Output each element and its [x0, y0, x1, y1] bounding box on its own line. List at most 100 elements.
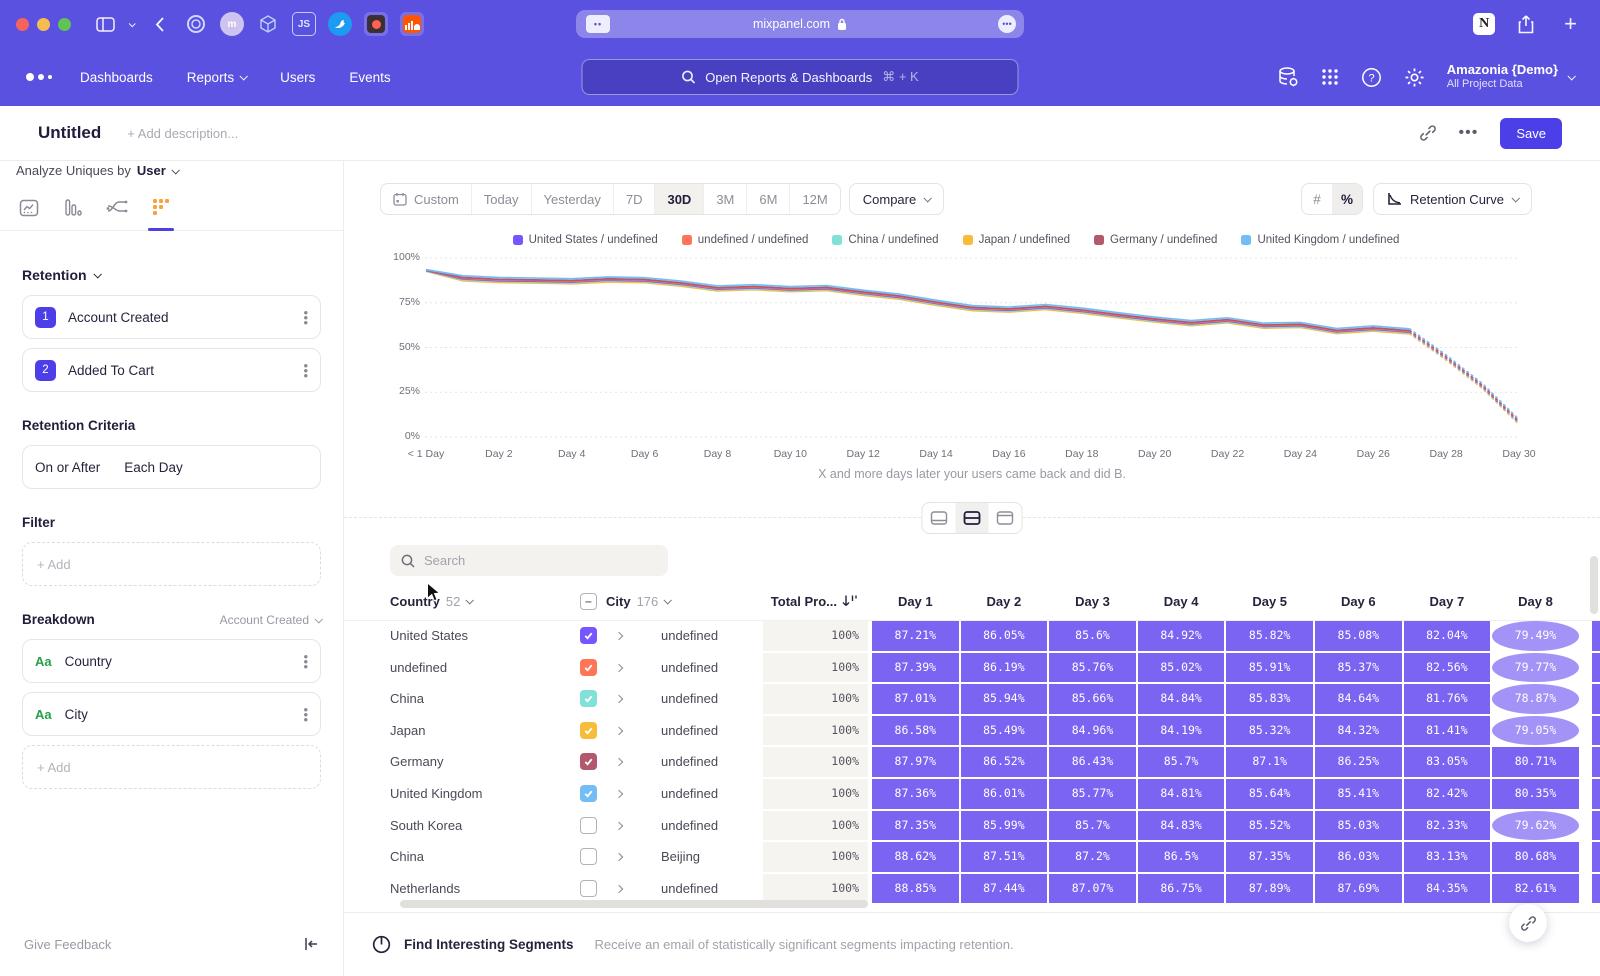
- extension-producthunt-icon[interactable]: [364, 12, 388, 36]
- retention-value-cell[interactable]: 87.69%: [1315, 874, 1402, 904]
- range-7d[interactable]: 7D: [613, 184, 655, 214]
- address-bar[interactable]: •• mixpanel.com •••: [576, 10, 1024, 38]
- retention-value-cell[interactable]: 86.01%: [961, 779, 1048, 809]
- retention-value-cell[interactable]: 83.13%: [1404, 842, 1491, 872]
- segments-title[interactable]: Find Interesting Segments: [404, 937, 574, 952]
- criteria-on-or-after[interactable]: On or After: [35, 460, 100, 475]
- retention-value-cell[interactable]: 82.33%: [1404, 811, 1491, 841]
- breakdown-event-dropdown[interactable]: Account Created: [220, 613, 321, 627]
- retention-value-cell[interactable]: 86.58%: [872, 716, 959, 746]
- retention-value-cell[interactable]: 87.07%: [1049, 874, 1136, 904]
- vertical-scrollbar[interactable]: [1590, 556, 1598, 614]
- retention-value-cell[interactable]: 85.94%: [961, 684, 1048, 714]
- retention-value-cell[interactable]: 84.83%: [1138, 811, 1225, 841]
- retention-value-cell[interactable]: 82.42%: [1404, 779, 1491, 809]
- extension-bird-icon[interactable]: [328, 12, 352, 36]
- notion-extension-icon[interactable]: N: [1473, 13, 1495, 35]
- retention-value-cell[interactable]: 86.52%: [961, 747, 1048, 777]
- window-controls[interactable]: [16, 18, 71, 31]
- retention-value-cell[interactable]: 85.49%: [961, 716, 1048, 746]
- row-checkbox[interactable]: [580, 627, 597, 644]
- retention-value-cell[interactable]: 85.7%: [1138, 747, 1225, 777]
- kebab-menu-icon[interactable]: •••: [303, 363, 308, 378]
- retention-value-cell[interactable]: 85.03%: [1315, 811, 1402, 841]
- total-column-header[interactable]: Total Pro...: [763, 585, 837, 617]
- retention-value-cell[interactable]: 87.36%: [872, 779, 959, 809]
- retention-line-chart[interactable]: [425, 257, 1520, 438]
- retention-value-cell[interactable]: 79.49%: [1492, 621, 1579, 651]
- breakdown-add-button[interactable]: + Add: [22, 745, 321, 789]
- retention-value-cell[interactable]: 86.25%: [1315, 747, 1402, 777]
- retention-value-cell[interactable]: 85.66%: [1049, 684, 1136, 714]
- retention-value-cell[interactable]: 87.1%: [1226, 747, 1313, 777]
- extension-cube-icon[interactable]: [256, 12, 280, 36]
- retention-value-cell[interactable]: 85.41%: [1315, 779, 1402, 809]
- retention-value-cell[interactable]: 85.83%: [1226, 684, 1313, 714]
- legend-item[interactable]: United Kingdom / undefined: [1241, 234, 1399, 246]
- retention-value-cell[interactable]: 80.71%: [1492, 747, 1579, 777]
- retention-value-cell[interactable]: 86.43%: [1049, 747, 1136, 777]
- retention-value-cell[interactable]: 84.84%: [1138, 684, 1225, 714]
- retention-value-cell[interactable]: 85.99%: [961, 811, 1048, 841]
- day-column-header[interactable]: Day 5: [1226, 585, 1314, 617]
- tab-flows[interactable]: [104, 198, 130, 230]
- row-checkbox[interactable]: [580, 659, 597, 676]
- retention-value-cell[interactable]: 86.19%: [961, 653, 1048, 683]
- row-expander-icon[interactable]: [615, 663, 623, 671]
- legend-item[interactable]: Germany / undefined: [1094, 234, 1217, 246]
- tab-insights[interactable]: [16, 198, 42, 230]
- nav-item-reports[interactable]: Reports: [187, 70, 246, 85]
- retention-value-cell[interactable]: 84.64%: [1315, 684, 1402, 714]
- row-checkbox[interactable]: [580, 880, 597, 897]
- settings-gear-icon[interactable]: [1404, 67, 1425, 88]
- filter-add-button[interactable]: + Add: [22, 542, 321, 586]
- breakdown-card-country[interactable]: AaCountry•••: [22, 639, 321, 683]
- retention-value-cell[interactable]: 82.61%: [1492, 874, 1579, 904]
- retention-value-cell[interactable]: 84.35%: [1404, 874, 1491, 904]
- row-checkbox[interactable]: [580, 722, 597, 739]
- range-yesterday[interactable]: Yesterday: [531, 184, 613, 214]
- nav-item-dashboards[interactable]: Dashboards: [80, 70, 153, 85]
- legend-item[interactable]: Japan / undefined: [963, 234, 1070, 246]
- row-expander-icon[interactable]: [615, 632, 623, 640]
- day-column-header[interactable]: Day 8: [1492, 585, 1580, 617]
- retention-value-cell[interactable]: 87.2%: [1049, 842, 1136, 872]
- copy-link-icon[interactable]: [1419, 124, 1437, 142]
- legend-item[interactable]: China / undefined: [832, 234, 938, 246]
- collapse-sidebar-icon[interactable]: [304, 937, 319, 951]
- extension-soundcloud-icon[interactable]: [400, 12, 424, 36]
- day-column-header[interactable]: Day 3: [1049, 585, 1137, 617]
- retention-step-card[interactable]: 1Account Created•••: [22, 295, 321, 339]
- retention-value-cell[interactable]: 87.39%: [872, 653, 959, 683]
- retention-value-cell[interactable]: 88.62%: [872, 842, 959, 872]
- retention-section-header[interactable]: Retention: [22, 267, 321, 283]
- range-3m[interactable]: 3M: [703, 184, 746, 214]
- row-expander-icon[interactable]: [615, 790, 623, 798]
- retention-value-cell[interactable]: 85.91%: [1226, 653, 1313, 683]
- retention-value-cell[interactable]: 85.02%: [1138, 653, 1225, 683]
- row-expander-icon[interactable]: [615, 695, 623, 703]
- browser-sidebar-icon[interactable]: [96, 17, 115, 32]
- retention-value-cell[interactable]: 87.35%: [1226, 842, 1313, 872]
- save-button[interactable]: Save: [1500, 118, 1562, 149]
- retention-value-cell[interactable]: 84.96%: [1049, 716, 1136, 746]
- new-tab-icon[interactable]: +: [1564, 11, 1577, 37]
- layout-table-only-toggle[interactable]: [989, 503, 1022, 533]
- chart-type-dropdown[interactable]: Retention Curve: [1373, 183, 1532, 215]
- sort-icon[interactable]: [842, 594, 858, 608]
- retention-value-cell[interactable]: 87.89%: [1226, 874, 1313, 904]
- compare-button[interactable]: Compare: [849, 183, 944, 215]
- retention-value-cell[interactable]: 84.92%: [1138, 621, 1225, 651]
- retention-value-cell[interactable]: 85.77%: [1049, 779, 1136, 809]
- retention-value-cell[interactable]: 78.87%: [1492, 684, 1579, 714]
- retention-value-cell[interactable]: 85.82%: [1226, 621, 1313, 651]
- retention-value-cell[interactable]: 86.03%: [1315, 842, 1402, 872]
- retention-value-cell[interactable]: 83.05%: [1404, 747, 1491, 777]
- retention-step-card[interactable]: 2Added To Cart•••: [22, 348, 321, 392]
- retention-value-cell[interactable]: 82.04%: [1404, 621, 1491, 651]
- retention-value-cell[interactable]: 81.76%: [1404, 684, 1491, 714]
- nav-item-users[interactable]: Users: [280, 70, 315, 85]
- retention-value-cell[interactable]: 79.05%: [1492, 716, 1579, 746]
- range-12m[interactable]: 12M: [789, 184, 839, 214]
- report-title[interactable]: Untitled: [38, 123, 101, 143]
